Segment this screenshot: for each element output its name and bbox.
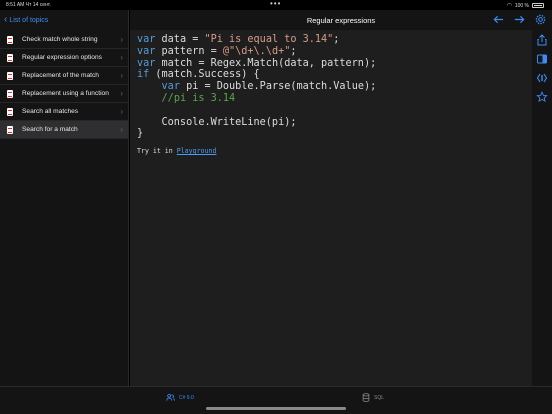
document-icon (7, 35, 13, 44)
code-view[interactable]: var data = "Pi is equal to 3.14"; var pa… (130, 30, 532, 386)
multitasking-dots[interactable]: ••• (270, 0, 281, 8)
chevron-right-icon: › (120, 71, 123, 80)
star-icon[interactable] (536, 91, 548, 103)
list-item[interactable]: Search all matches › (0, 103, 128, 121)
chevron-right-icon: › (120, 125, 123, 134)
code-line: //pi is 3.14 (161, 92, 236, 104)
status-right: ◠ 100 % (507, 2, 544, 9)
chevron-right-icon: › (120, 89, 123, 98)
list-item[interactable]: Regular expression options › (0, 49, 128, 67)
chevron-left-icon: ‹ (4, 14, 8, 25)
code-line: var pattern = @"\d+\.\d+"; (137, 45, 297, 57)
split-view-icon[interactable] (536, 72, 548, 84)
try-it-text: Try it in Playground (137, 147, 216, 155)
right-toolbar (532, 30, 552, 386)
people-icon (166, 393, 175, 401)
nav-actions (493, 14, 546, 25)
tab-label: C# 9.0 (179, 394, 194, 401)
code-line: var pi = Double.Parse(match.Value); (161, 81, 377, 93)
code-line: Console.WriteLine(pi); (137, 116, 297, 128)
sidebar-panel-icon[interactable] (536, 53, 548, 65)
list-item-label: Replacement using a function (22, 90, 109, 97)
list-item-label: Replacement of the match (22, 72, 99, 79)
code-line: } (137, 128, 144, 140)
try-it-prefix: Try it in (137, 147, 173, 155)
code-line: if (match.Success) { (137, 69, 260, 81)
code-line: var data = "Pi is equal to 3.14"; (137, 34, 340, 45)
playground-link[interactable]: Playground (177, 147, 217, 155)
database-icon (362, 393, 370, 402)
document-icon (7, 89, 13, 98)
chevron-right-icon: › (120, 35, 123, 44)
code-block[interactable]: var data = "Pi is equal to 3.14"; var pa… (137, 34, 376, 140)
list-item-label: Search for a match (22, 126, 78, 133)
gear-icon[interactable] (535, 14, 546, 25)
home-indicator[interactable] (206, 407, 346, 410)
document-icon (7, 71, 13, 80)
sidebar: ‹ List of topics Check match whole strin… (0, 10, 129, 386)
page-title: Regular expressions (306, 16, 376, 25)
list-item[interactable]: Replacement using a function › (0, 85, 128, 103)
battery-icon (532, 3, 544, 8)
back-label: List of topics (9, 16, 49, 24)
document-icon (7, 53, 13, 62)
document-icon (7, 125, 13, 134)
list-item-selected[interactable]: Search for a match › (0, 121, 128, 139)
back-button[interactable]: ‹ List of topics (0, 10, 128, 30)
arrow-left-icon[interactable] (493, 14, 504, 25)
status-time: 8:51 AM Чт 14 сент. (6, 2, 51, 8)
tab-csharp[interactable]: C# 9.0 (166, 393, 194, 402)
wifi-icon: ◠ (506, 3, 512, 9)
navigation-bar: Regular expressions (130, 10, 552, 30)
document-icon (7, 107, 13, 116)
share-icon[interactable] (536, 34, 548, 46)
list-item[interactable]: Check match whole string › (0, 31, 128, 49)
code-line: var match = Regex.Match(data, pattern); (137, 57, 377, 69)
tab-label: SQL (374, 394, 385, 401)
status-bar: 8:51 AM Чт 14 сент. ••• ◠ 100 % (0, 0, 552, 10)
chevron-right-icon: › (120, 107, 123, 116)
battery-label: 100 % (514, 2, 529, 9)
chevron-right-icon: › (120, 53, 123, 62)
topic-list: Check match whole string › Regular expre… (0, 31, 128, 139)
list-item[interactable]: Replacement of the match › (0, 67, 128, 85)
tab-sql[interactable]: SQL (362, 393, 384, 402)
arrow-right-icon[interactable] (514, 14, 525, 25)
list-item-label: Regular expression options (22, 54, 102, 61)
list-item-label: Search all matches (22, 108, 79, 115)
list-item-label: Check match whole string (22, 36, 98, 43)
